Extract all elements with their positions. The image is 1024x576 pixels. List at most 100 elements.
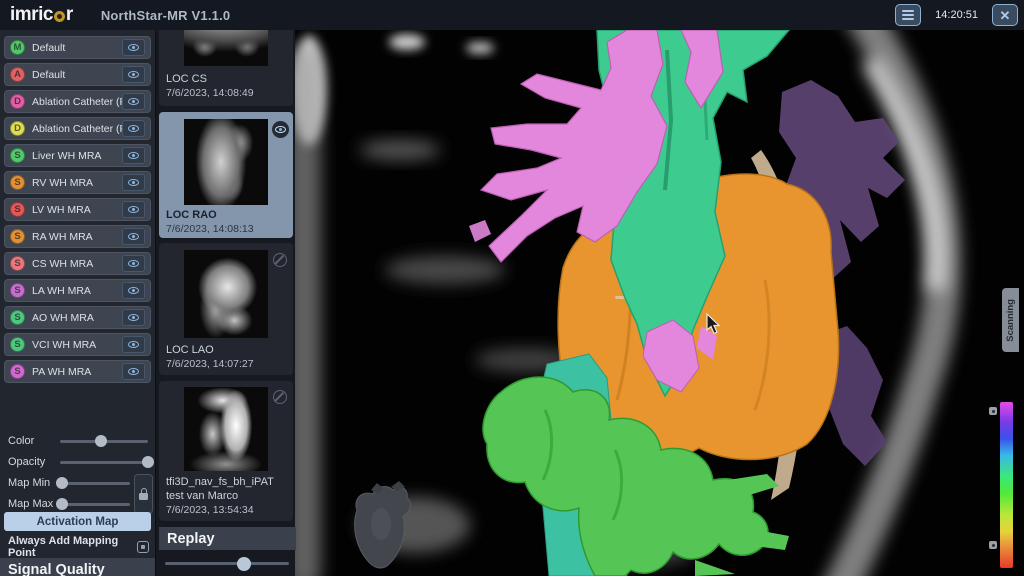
map-range-lock-button[interactable] (134, 474, 153, 514)
always-add-mapping-point-label: Always Add Mapping Point (8, 535, 137, 559)
sidebar-item-pa-wh-mra[interactable]: S PA WH MRA (4, 360, 151, 383)
sidebar-item-ao-wh-mra[interactable]: S AO WH MRA (4, 306, 151, 329)
eye-icon (128, 287, 139, 294)
visibility-toggle-button[interactable] (122, 228, 145, 245)
visibility-toggle-button[interactable] (122, 282, 145, 299)
visibility-toggle-button[interactable] (122, 147, 145, 164)
sidebar-item-label: LA WH MRA (32, 285, 122, 297)
sidebar-item-label: Default (32, 42, 122, 54)
eye-icon (128, 125, 139, 132)
colorbar-min-handle[interactable] (989, 541, 997, 549)
3d-viewport[interactable]: Scanning (295, 30, 1024, 576)
replay-slider-track[interactable] (165, 562, 289, 565)
eye-icon (275, 126, 286, 133)
eye-icon (128, 368, 139, 375)
lock-icon (139, 493, 148, 500)
sidebar-item-vci-wh-mra[interactable]: S VCI WH MRA (4, 333, 151, 356)
series-date: 7/6/2023, 13:54:34 (166, 504, 254, 516)
always-add-mapping-point-checkbox[interactable] (137, 541, 149, 553)
visibility-toggle-button[interactable] (122, 255, 145, 272)
scanning-label: Scanning (1005, 299, 1016, 342)
northstar-mr-window: imric r NorthStar-MR V1.1.0 14:20:51 ✕ M… (0, 0, 1024, 576)
visibility-toggle-button[interactable] (122, 174, 145, 191)
close-button[interactable]: ✕ (992, 4, 1018, 26)
map-min-slider-track[interactable] (60, 482, 130, 485)
eye-icon (128, 71, 139, 78)
series-date: 7/6/2023, 14:08:13 (166, 223, 254, 235)
sidebar-item-ra-wh-mra[interactable]: S RA WH MRA (4, 225, 151, 248)
sidebar-item-ablation-catheter-p2[interactable]: D Ablation Catheter (P2) (4, 117, 151, 140)
sidebar-item-default-m[interactable]: M Default (4, 36, 151, 59)
eye-icon (128, 179, 139, 186)
color-slider-track[interactable] (60, 440, 148, 443)
structure-badge: S (10, 310, 25, 325)
series-card-tfi3d[interactable]: tfi3D_nav_fs_bh_iPAT test van Marco 7/6/… (159, 381, 293, 521)
eye-icon (128, 314, 139, 321)
top-bar: imric r NorthStar-MR V1.1.0 14:20:51 ✕ (0, 0, 1024, 30)
eye-icon (128, 152, 139, 159)
thumbnail-image (184, 30, 268, 66)
series-name: LOC LAO (166, 343, 214, 357)
sidebar-item-label: Liver WH MRA (32, 150, 122, 162)
color-slider: Color (8, 434, 148, 448)
slider-label: Opacity (8, 456, 60, 468)
sidebar-item-default-a[interactable]: A Default (4, 63, 151, 86)
eye-icon (128, 341, 139, 348)
opacity-slider-handle[interactable] (142, 456, 154, 468)
sidebar-item-rv-wh-mra[interactable]: S RV WH MRA (4, 171, 151, 194)
color-scale-bar[interactable] (1000, 402, 1013, 568)
series-date: 7/6/2023, 14:07:27 (166, 358, 254, 370)
series-name: tfi3D_nav_fs_bh_iPAT test van Marco (166, 475, 288, 503)
visibility-toggle-button[interactable] (122, 93, 145, 110)
colorbar-max-handle[interactable] (989, 407, 997, 415)
slider-label: Map Min (8, 477, 60, 489)
map-max-slider-handle[interactable] (56, 498, 68, 510)
series-card-loc-rao[interactable]: LOC RAO 7/6/2023, 14:08:13 (159, 112, 293, 238)
slider-label: Color (8, 435, 60, 447)
structure-badge: D (10, 121, 25, 136)
sidebar-item-ablation-catheter-p1[interactable]: D Ablation Catheter (P1) (4, 90, 151, 113)
replay-slider-handle[interactable] (237, 557, 251, 571)
structure-badge: S (10, 229, 25, 244)
color-slider-handle[interactable] (95, 435, 107, 447)
sidebar-item-label: Ablation Catheter (P1) (32, 96, 122, 108)
visibility-toggle-button[interactable] (122, 336, 145, 353)
sidebar-item-label: LV WH MRA (32, 204, 122, 216)
visibility-toggle-button[interactable] (122, 120, 145, 137)
series-card-loc-lao[interactable]: LOC LAO 7/6/2023, 14:07:27 (159, 243, 293, 375)
eye-icon (128, 233, 139, 240)
series-card-loc-cs[interactable]: LOC CS 7/6/2023, 14:08:49 (159, 30, 293, 106)
map-min-slider-handle[interactable] (56, 477, 68, 489)
sidebar-item-liver-wh-mra[interactable]: S Liver WH MRA (4, 144, 151, 167)
eye-icon (128, 98, 139, 105)
series-name: LOC CS (166, 72, 207, 86)
heart-segmentation-render (295, 30, 1024, 576)
eye-icon (128, 260, 139, 267)
sidebar-item-cs-wh-mra[interactable]: S CS WH MRA (4, 252, 151, 275)
thumbnail-image (184, 119, 268, 205)
sidebar-item-la-wh-mra[interactable]: S LA WH MRA (4, 279, 151, 302)
sidebar-item-label: PA WH MRA (32, 366, 122, 378)
visibility-toggle-button[interactable] (122, 363, 145, 380)
map-min-slider: Map Min (8, 476, 130, 490)
replay-title: Replay (167, 531, 215, 547)
hidden-eye-button[interactable] (273, 390, 287, 404)
activation-map-button[interactable]: Activation Map (4, 512, 151, 531)
sidebar-item-label: AO WH MRA (32, 312, 122, 324)
sidebar-item-lv-wh-mra[interactable]: S LV WH MRA (4, 198, 151, 221)
visibility-toggle-button[interactable] (122, 39, 145, 56)
hidden-eye-button[interactable] (273, 253, 287, 267)
map-max-slider-track[interactable] (60, 503, 130, 506)
menu-button[interactable] (895, 4, 921, 26)
visibility-toggle-button[interactable] (122, 309, 145, 326)
opacity-slider-track[interactable] (60, 461, 148, 464)
sidebar-item-label: RV WH MRA (32, 177, 122, 189)
visibility-toggle-button[interactable] (122, 201, 145, 218)
visibility-toggle-button[interactable] (122, 66, 145, 83)
clock: 14:20:51 (935, 9, 978, 21)
replay-header: Replay (159, 527, 296, 550)
opacity-slider: Opacity (8, 455, 148, 469)
visible-eye-button[interactable] (272, 121, 289, 138)
structure-badge: M (10, 40, 25, 55)
app-title: NorthStar-MR V1.1.0 (101, 8, 231, 23)
